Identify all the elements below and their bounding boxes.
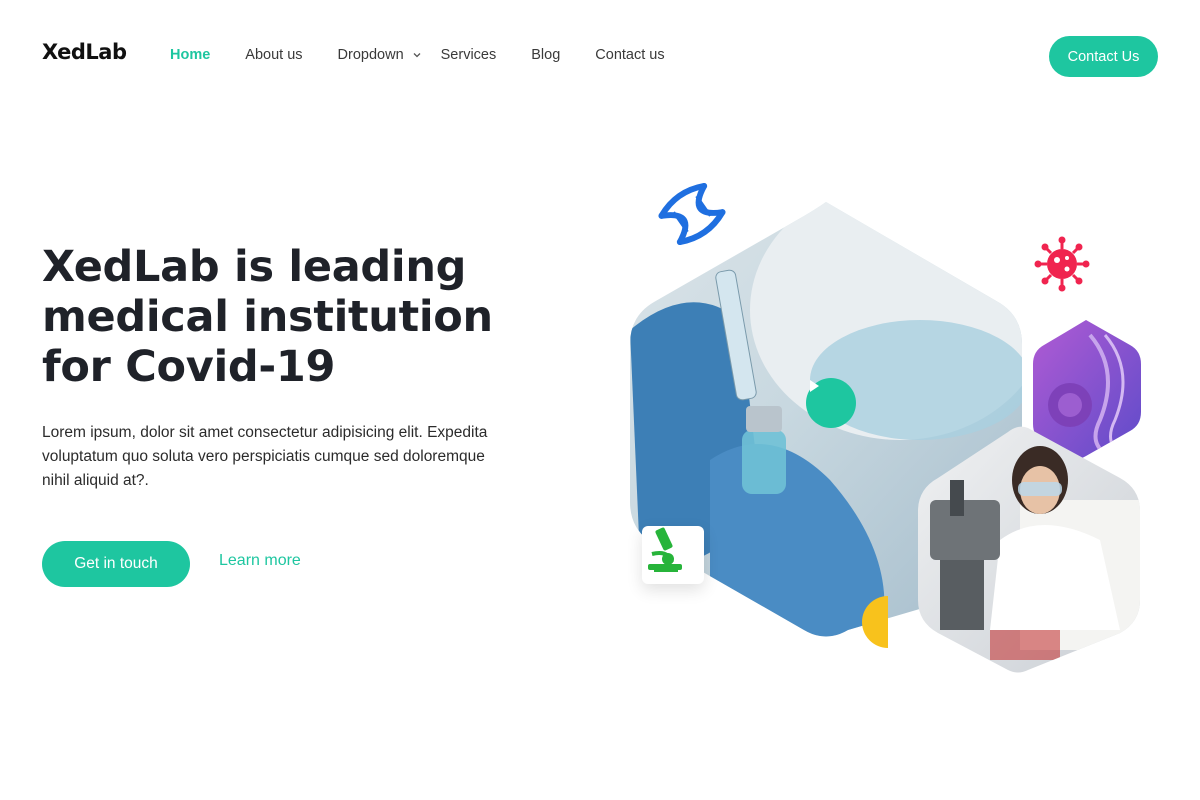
dna-icon	[658, 182, 726, 246]
nav-item-dropdown[interactable]: Dropdown	[338, 47, 421, 63]
nav-item-dropdown-label: Dropdown	[337, 47, 404, 63]
hero-description: Lorem ipsum, dolor sit amet consectetur …	[42, 424, 488, 489]
chevron-down-icon	[413, 53, 421, 58]
main-menu: Home About us Dropdown Services Blog Con…	[170, 47, 700, 63]
microscope-card	[642, 526, 704, 584]
learn-more-link[interactable]: Learn more	[219, 552, 301, 570]
nav-item-services[interactable]: Services	[441, 47, 497, 63]
hero-title: XedLab is leading medical institution fo…	[42, 242, 493, 392]
virus-icon	[1034, 236, 1090, 292]
microscope-icon	[648, 527, 682, 572]
hero-art-svg	[630, 182, 1141, 673]
contact-us-button[interactable]: Contact Us	[1049, 36, 1158, 77]
logo[interactable]: XedLab	[42, 40, 127, 64]
play-icon	[810, 380, 819, 392]
nav-item-contact[interactable]: Contact us	[595, 47, 664, 63]
hero-illustration	[600, 160, 1180, 700]
play-button[interactable]	[806, 378, 856, 428]
nav-item-about[interactable]: About us	[245, 47, 302, 63]
get-in-touch-button[interactable]: Get in touch	[42, 541, 190, 587]
top-navbar: XedLab Home About us Dropdown Services B…	[0, 0, 1200, 112]
nav-item-blog[interactable]: Blog	[531, 47, 560, 63]
nav-item-home[interactable]: Home	[170, 47, 210, 63]
